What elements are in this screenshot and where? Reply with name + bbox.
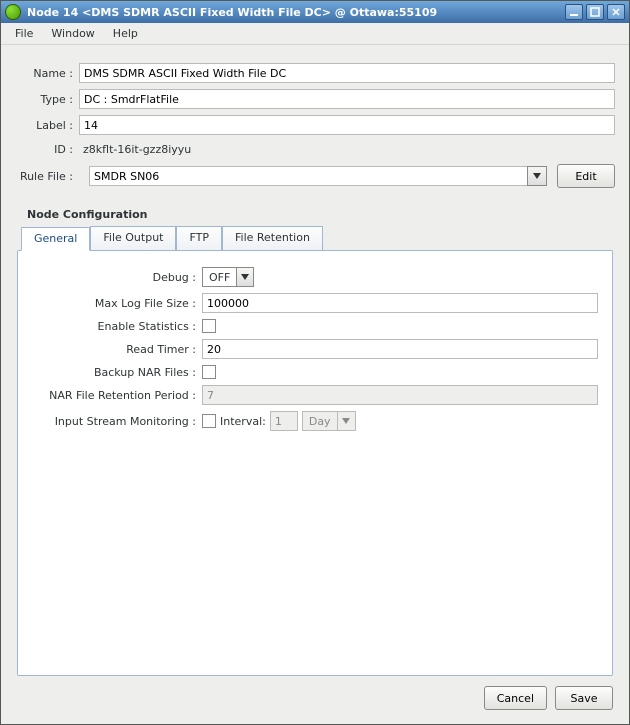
interval-label: Interval: [220,415,266,428]
row-name: Name : [15,63,615,83]
menu-window[interactable]: Window [43,25,102,42]
window-controls [565,4,625,20]
row-id: ID : z8kflt-16it-gzz8iyyu [15,141,615,158]
interval-unit-value: Day [302,411,338,431]
maxlog-input[interactable] [202,293,598,313]
backup-checkbox[interactable] [202,365,216,379]
content-area: Name : Type : Label : ID : z8kflt-16it-g… [1,45,629,724]
label-input[interactable] [79,115,615,135]
tab-ftp[interactable]: FTP [176,226,222,250]
menu-file[interactable]: File [7,25,41,42]
menu-help[interactable]: Help [105,25,146,42]
row-readtimer: Read Timer : [32,339,598,359]
maxlog-label: Max Log File Size : [32,297,202,310]
stats-label: Enable Statistics : [32,320,202,333]
row-maxlog: Max Log File Size : [32,293,598,313]
debug-dropdown-button[interactable] [236,267,254,287]
retention-label: NAR File Retention Period : [32,389,202,402]
retention-input [202,385,598,405]
stats-checkbox[interactable] [202,319,216,333]
tab-file-output[interactable]: File Output [90,226,176,250]
save-button[interactable]: Save [555,686,613,710]
interval-unit-dropdown-button [338,411,356,431]
row-label: Label : [15,115,615,135]
section-title: Node Configuration [27,208,615,221]
tabstrip: General File Output FTP File Retention [21,226,613,250]
rulefile-combo[interactable] [89,166,547,186]
row-rulefile: Rule File : Edit [15,164,615,188]
row-stats: Enable Statistics : [32,319,598,333]
tab-panel: Debug : OFF Max Log File Size : [17,250,613,676]
tab-body-general: Debug : OFF Max Log File Size : [18,251,612,675]
app-icon [5,4,21,20]
name-input[interactable] [79,63,615,83]
rulefile-dropdown-button[interactable] [527,166,547,186]
debug-label: Debug : [32,271,202,284]
debug-combo[interactable]: OFF [202,267,254,287]
window-title: Node 14 <DMS SDMR ASCII Fixed Width File… [27,6,565,19]
app-window: Node 14 <DMS SDMR ASCII Fixed Width File… [0,0,630,725]
rulefile-label: Rule File : [15,170,79,183]
row-retention: NAR File Retention Period : [32,385,598,405]
tab-file-retention[interactable]: File Retention [222,226,323,250]
label-label: Label : [15,119,79,132]
dialog-footer: Cancel Save [15,676,615,714]
debug-value: OFF [202,267,236,287]
cancel-button[interactable]: Cancel [484,686,547,710]
titlebar: Node 14 <DMS SDMR ASCII Fixed Width File… [1,1,629,23]
minimize-button[interactable] [565,4,583,20]
maximize-button[interactable] [586,4,604,20]
type-label: Type : [15,93,79,106]
row-backup: Backup NAR Files : [32,365,598,379]
interval-input [270,411,298,431]
row-debug: Debug : OFF [32,267,598,287]
edit-button[interactable]: Edit [557,164,615,188]
name-label: Name : [15,67,79,80]
monitor-label: Input Stream Monitoring : [32,415,202,428]
row-monitor: Input Stream Monitoring : Interval: Day [32,411,598,431]
tab-general[interactable]: General [21,227,90,251]
id-value: z8kflt-16it-gzz8iyyu [79,141,615,158]
interval-unit-combo: Day [302,411,356,431]
row-type: Type : [15,89,615,109]
type-input[interactable] [79,89,615,109]
menubar: File Window Help [1,23,629,45]
readtimer-label: Read Timer : [32,343,202,356]
monitor-checkbox[interactable] [202,414,216,428]
rulefile-input[interactable] [89,166,527,186]
backup-label: Backup NAR Files : [32,366,202,379]
id-label: ID : [15,143,79,156]
close-button[interactable] [607,4,625,20]
readtimer-input[interactable] [202,339,598,359]
